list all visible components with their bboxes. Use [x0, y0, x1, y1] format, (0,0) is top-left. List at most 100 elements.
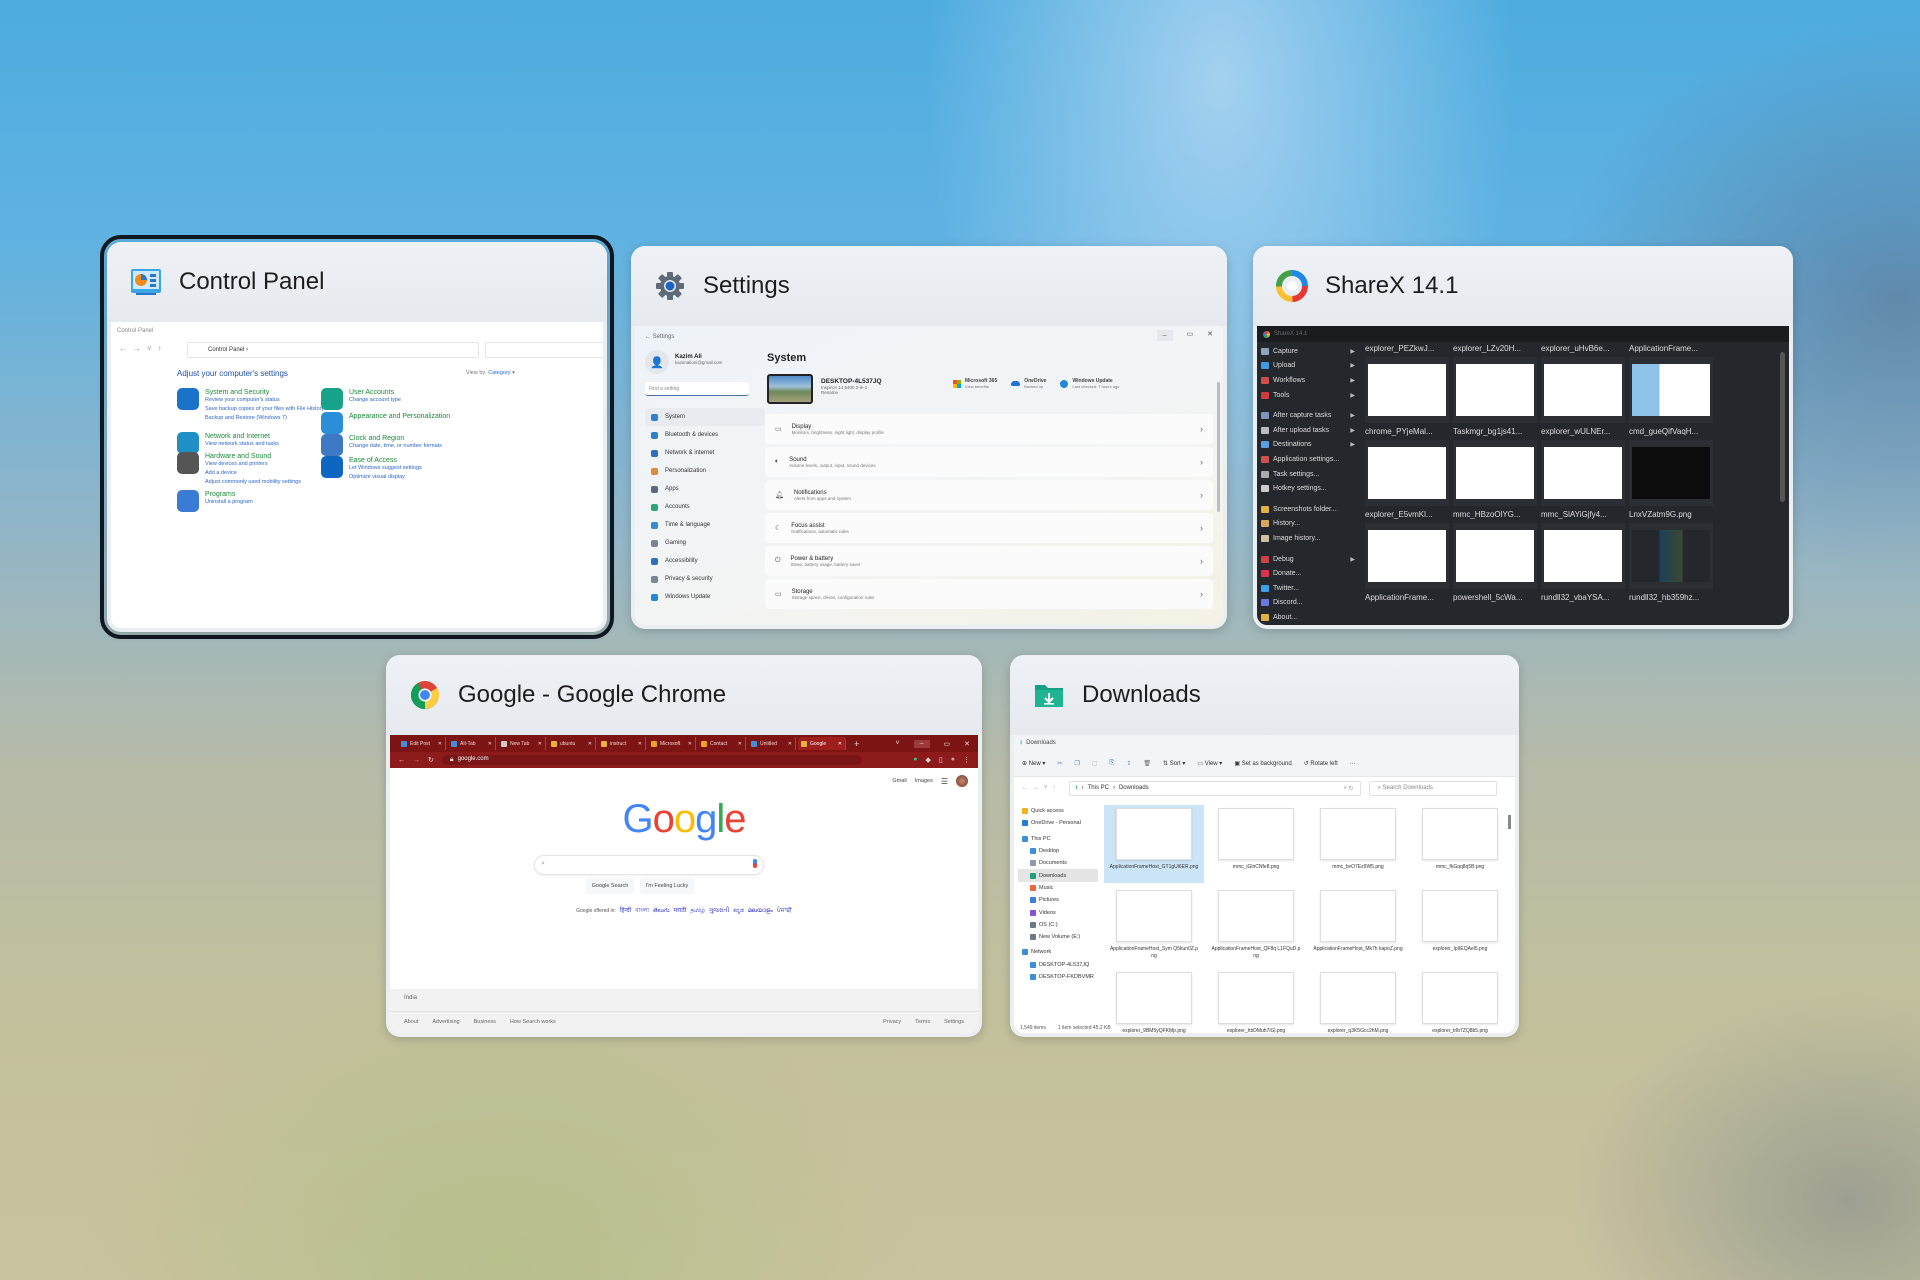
- nav-item-icon: [1022, 808, 1028, 815]
- nav-label: Accessibility: [665, 558, 698, 564]
- windows-update-tile: Windows Update Last checked: 7 hours ago: [1060, 378, 1119, 389]
- menu-item-label: Twitter...: [1273, 584, 1300, 592]
- apps-grid-icon: ☰: [940, 776, 948, 786]
- nav-item-icon: [1030, 934, 1036, 941]
- user-info: Kazim Ali kazimalioni@gmail.com: [675, 354, 722, 365]
- tab-label: instruct: [610, 740, 627, 747]
- sharex-menu-item: After capture tasks ▶: [1261, 408, 1357, 423]
- nav-item-label: Desktop: [1039, 848, 1060, 855]
- category-icon: [321, 388, 343, 410]
- menu-item-icon: [1261, 584, 1269, 592]
- sharex-menu-item: After upload tasks ▶: [1261, 423, 1357, 438]
- category-link[interactable]: Change account type: [349, 396, 401, 405]
- page-title: System: [767, 352, 807, 364]
- file-thumbnail: [1422, 890, 1498, 942]
- thumbnail-grid: explorer_PEZkwJ... explorer_LZv20H... expl…: [1365, 344, 1713, 606]
- language-link: বাংলা: [635, 908, 650, 914]
- category-link[interactable]: View devices and printers: [205, 460, 301, 469]
- category-name[interactable]: Clock and Region: [349, 435, 442, 442]
- category-name[interactable]: Network and Internet: [205, 433, 279, 440]
- thumbnail: explorer_E5vmKl...: [1365, 510, 1449, 589]
- thumbnail-image: [1453, 440, 1537, 506]
- file-name: ApplicationFrameHost_Sym Q5kun0Z.png: [1109, 946, 1199, 959]
- tab-label: Contact: [710, 740, 728, 747]
- category-name[interactable]: Programs: [205, 491, 253, 498]
- category-name[interactable]: Hardware and Sound: [205, 453, 301, 460]
- logo-letter: e: [724, 797, 746, 841]
- nav-pane-item: Pictures: [1018, 894, 1098, 906]
- window-card-chrome[interactable]: Google - Google Chrome Edit Post ✕ Alt-Tab…: [386, 655, 982, 1037]
- category-link[interactable]: Adjust commonly used mobility settings: [205, 478, 301, 487]
- nav-item-icon: [1030, 860, 1036, 867]
- category-link[interactable]: View network status and tasks: [205, 440, 279, 449]
- gmail-link: Gmail: [892, 778, 907, 784]
- browser-tab: Untitled ✕: [748, 737, 796, 750]
- settings-row: ☾ Focus assist Notifications, automatic ru…: [765, 513, 1213, 543]
- file-thumbnail: [1218, 808, 1294, 860]
- thumbnail-image: [1453, 357, 1537, 423]
- nav-label: Privacy & security: [665, 576, 713, 582]
- nav-label: Gaming: [665, 540, 687, 546]
- thumbnail: cmd_gueQifVaqH...: [1629, 427, 1713, 506]
- language-link: മലയാളം: [747, 908, 773, 914]
- user-email: kazimalioni@gmail.com: [675, 360, 723, 365]
- file-name: ApplicationFrameHost_GT1gUi6ER.png: [1109, 864, 1199, 870]
- sharex-menu: Capture ▶ Upload ▶ Workflows ▶ Tools ▶ After cap…: [1261, 344, 1357, 625]
- nav-pane-item: DESKTOP-FKDBVMR: [1018, 971, 1098, 983]
- thumbnail: Taskmgr_bg1js41...: [1453, 427, 1537, 506]
- category-link[interactable]: Optimize visual display: [349, 473, 422, 482]
- thumbnail-label: rundll32_vbaYSA...: [1541, 593, 1610, 602]
- menu-item-icon: [1261, 520, 1269, 528]
- category-name[interactable]: Appearance and Personalization: [349, 413, 450, 420]
- file-name: mmc_bvO7Ez9W5.png: [1332, 864, 1384, 870]
- category-link[interactable]: Add a device: [205, 469, 301, 478]
- nav-label: Windows Update: [665, 594, 711, 600]
- logo-letter: G: [622, 797, 653, 841]
- cp-category: Programs Uninstall a program: [177, 490, 253, 512]
- menu-item-label: Task settings...: [1273, 470, 1320, 478]
- category-link[interactable]: Let Windows suggest settings: [349, 464, 422, 473]
- thumbnail-image: [1629, 523, 1713, 589]
- window-card-settings[interactable]: Settings ← Settings – ▭ ✕ 👤 Kazim Ali kazi…: [631, 246, 1227, 629]
- category-link[interactable]: Review your computer's status: [205, 396, 324, 405]
- file-name: explorer_9BM5yQFKMp.png: [1122, 1028, 1186, 1033]
- menu-item-icon: [1261, 455, 1269, 463]
- file-thumbnail: [1320, 972, 1396, 1024]
- category-link[interactable]: Uninstall a program: [205, 498, 253, 507]
- category-link[interactable]: Save backup copies of your files with Fi…: [205, 405, 324, 414]
- category-name[interactable]: Ease of Access: [349, 457, 422, 464]
- language-link: தமிழ்: [690, 908, 705, 914]
- window-card-control-panel[interactable]: Control Panel Control Panel ←→˅↑ Control…: [100, 235, 614, 639]
- menu-item-label: Capture: [1273, 347, 1298, 355]
- submenu-arrow-icon: ▶: [1350, 427, 1355, 434]
- window-card-downloads[interactable]: Downloads ⭳ Downloads ⊕ New ▾ ✂ ❐ ▢ ⎘ ⇪ 🗑︎ ⇅ S…: [1010, 655, 1519, 1037]
- nav-item-label: Quick access: [1031, 808, 1064, 815]
- thumbnail-image: [1541, 357, 1625, 423]
- menu-item-label: Debug: [1273, 555, 1294, 563]
- thumbnail-image: [1541, 440, 1625, 506]
- thumbnail-image: [1365, 357, 1449, 423]
- category-name[interactable]: User Accounts: [349, 389, 401, 396]
- device-info: DESKTOP-4L537JQ Inspiron 14 5400 2-in-1 …: [821, 378, 882, 395]
- category-link[interactable]: Backup and Restore (Windows 7): [205, 414, 324, 423]
- thumbnail: ApplicationFrame...: [1629, 344, 1713, 423]
- tab-favicon: [801, 740, 807, 747]
- category-link[interactable]: Change date, time, or number formats: [349, 442, 442, 451]
- settings-nav-item: Accessibility: [645, 552, 765, 570]
- window-controls: – ▭ ✕: [1156, 330, 1213, 341]
- nav-label: Accounts: [665, 504, 690, 510]
- nav-label: Personalization: [665, 468, 707, 474]
- tab-close-icon: ✕: [437, 740, 442, 747]
- tab-favicon: [651, 740, 657, 747]
- tab-label: Edit Post: [410, 740, 431, 747]
- row-icon: ▭: [775, 426, 782, 433]
- chevron-right-icon: ›: [1200, 424, 1203, 434]
- thumbnail-label: explorer_E5vmKl...: [1365, 510, 1433, 519]
- thumbnail-image: [1541, 523, 1625, 589]
- sharex-menu-item: Screenshots folder...: [1261, 502, 1357, 517]
- sharex-menu-item: Donate...: [1261, 566, 1357, 581]
- window-card-sharex[interactable]: ShareX 14.1 ShareX 14.1 Capture ▶ Upload ▶ W…: [1253, 246, 1793, 629]
- thumbnail-label: explorer_uHvB6e...: [1541, 344, 1610, 353]
- navigation-pane: Quick access OneDrive - Personal This PC De…: [1018, 805, 1098, 983]
- category-name[interactable]: System and Security: [205, 389, 324, 396]
